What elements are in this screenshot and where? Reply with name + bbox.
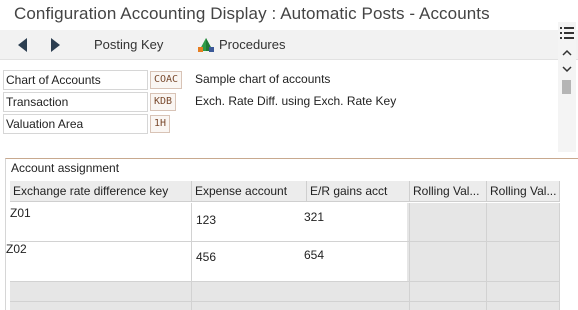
valuation-area-label: Valuation Area [3,114,148,134]
back-button[interactable] [14,36,32,54]
table-title: Account assignment [11,161,120,175]
arrow-right-icon [51,38,60,52]
arrow-left-icon [18,38,27,52]
scroll-down-button[interactable] [559,62,575,76]
expense-account-cell[interactable]: 123 [196,213,216,227]
column-header-expense-account[interactable]: Expense account [192,181,307,202]
column-divider [559,203,560,310]
column-header-rolling-val-1[interactable]: Rolling Val... [410,181,487,202]
table-scrollbar[interactable] [558,22,576,152]
column-divider [191,203,192,310]
row-divider [10,301,560,302]
column-header-gains-account[interactable]: E/R gains acct [307,181,410,202]
chart-of-accounts-field[interactable]: COAC [150,71,183,89]
table-body: Z01 123 321 Z02 456 654 [6,203,560,310]
chart-of-accounts-description: Sample chart of accounts [195,72,331,86]
column-divider [409,203,410,310]
table-header: Exchange rate difference key Expense acc… [10,181,560,202]
transaction-description: Exch. Rate Diff. using Exch. Rate Key [195,94,397,108]
gains-account-cell[interactable]: 321 [304,210,324,224]
column-divider [486,203,487,310]
hierarchy-icon [198,38,214,52]
row-divider [10,241,560,242]
account-assignment-table: Account assignment Exchange rate differe… [5,158,578,310]
window-title: Configuration Accounting Display : Autom… [14,4,490,23]
table-settings-button[interactable] [559,26,575,40]
valuation-area-row: Valuation Area 1H [0,114,578,134]
procedures-button[interactable]: Procedures [219,37,285,52]
account-columns-area [192,203,407,281]
column-header-rolling-val-2[interactable]: Rolling Val... [487,181,560,202]
valuation-area-field[interactable]: 1H [150,115,171,133]
forward-button[interactable] [46,36,64,54]
transaction-row: Transaction KDB Exch. Rate Diff. using E… [0,92,578,112]
key-column-area [10,203,191,281]
chevron-up-icon [562,49,572,56]
gains-account-cell[interactable]: 654 [304,248,324,262]
table-settings-icon [560,27,574,39]
transaction-label: Transaction [3,92,148,112]
application-toolbar: Posting Key Procedures [0,30,578,60]
chart-of-accounts-label: Chart of Accounts [3,70,148,90]
chart-of-accounts-row: Chart of Accounts COAC Sample chart of a… [0,70,578,90]
column-header-exchange-key[interactable]: Exchange rate difference key [10,181,192,202]
exchange-key-cell[interactable]: Z02 [6,242,27,256]
scroll-up-button[interactable] [559,46,575,60]
chevron-down-icon [562,66,572,73]
exchange-key-cell[interactable]: Z01 [10,206,31,220]
transaction-field[interactable]: KDB [150,93,177,111]
scroll-thumb[interactable] [562,80,571,94]
posting-key-button[interactable]: Posting Key [94,37,163,52]
expense-account-cell[interactable]: 456 [196,250,216,264]
row-divider [10,281,560,282]
